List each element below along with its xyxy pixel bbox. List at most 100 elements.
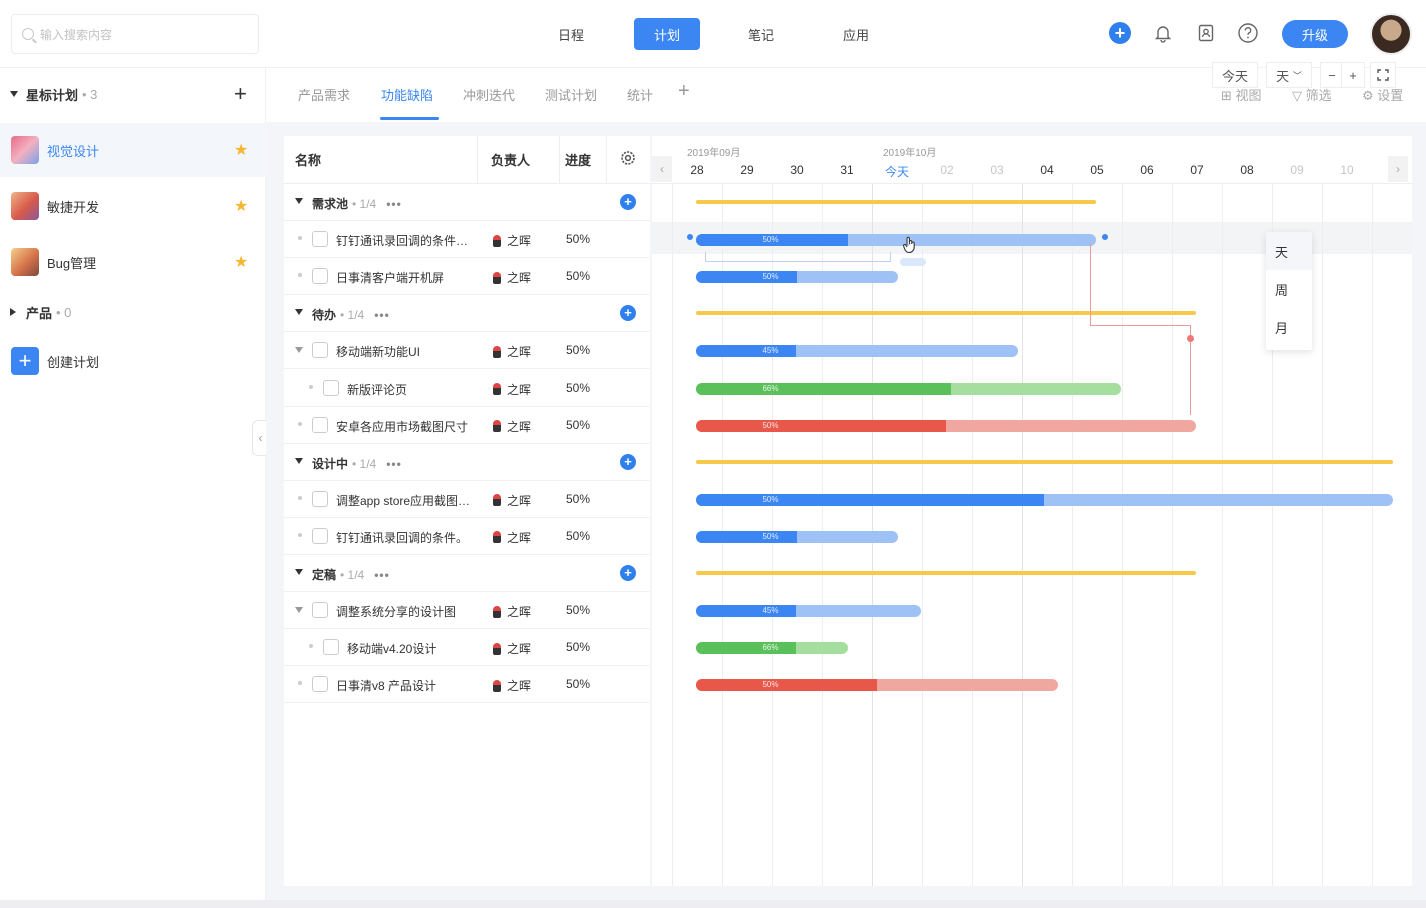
dependency-dot[interactable] — [1187, 335, 1194, 342]
task-checkbox[interactable] — [323, 639, 339, 656]
column-settings-icon[interactable] — [620, 150, 636, 169]
nav-apps[interactable]: 应用 — [823, 18, 889, 50]
task-bar[interactable]: 45% — [695, 605, 921, 618]
group-span-bar[interactable] — [695, 459, 1393, 464]
user-avatar[interactable] — [1370, 13, 1412, 55]
add-task-icon[interactable]: + — [620, 194, 636, 210]
collapse-triangle-icon[interactable] — [295, 457, 303, 464]
task-owner[interactable]: 之晖 — [493, 418, 531, 435]
expand-triangle-icon[interactable] — [295, 347, 303, 354]
more-icon[interactable]: ••• — [386, 197, 402, 211]
task-row[interactable]: 日事清v8 产品设计 之晖 50% — [284, 666, 650, 704]
column-header-owner[interactable]: 负责人 — [491, 136, 561, 184]
task-row[interactable]: 调整app store应用截图… 之晖 50% — [284, 481, 650, 518]
task-bar[interactable]: 50% — [695, 493, 1393, 506]
task-name[interactable]: 移动端v4.20设计 — [347, 640, 497, 657]
add-task-icon[interactable]: + — [620, 565, 636, 581]
task-row[interactable]: 移动端新功能UI 之晖 50% — [284, 332, 650, 370]
starred-plans-group[interactable]: 星标计划 • 3 — [10, 84, 97, 104]
task-name[interactable]: 调整系统分享的设计图 — [336, 603, 486, 620]
group-span-bar[interactable] — [695, 571, 1196, 575]
task-owner[interactable]: 之晖 — [493, 232, 531, 249]
task-bar[interactable]: 45% — [695, 345, 1018, 358]
tab-sprint-iteration[interactable]: 冲刺迭代 — [463, 85, 515, 104]
sidebar-item-agile-dev[interactable]: 敏捷开发 ★ — [0, 179, 266, 233]
create-plan-button[interactable]: + 创建计划 — [0, 334, 266, 388]
expand-triangle-icon[interactable] — [295, 607, 303, 614]
fullscreen-icon[interactable] — [1370, 62, 1396, 88]
task-name[interactable]: 调整app store应用截图… — [336, 492, 486, 509]
task-owner[interactable]: 之晖 — [493, 640, 531, 657]
task-row[interactable]: 安卓各应用市场截图尺寸 之晖 50% — [284, 407, 650, 444]
group-span-bar[interactable] — [695, 200, 1096, 204]
task-checkbox[interactable] — [312, 342, 328, 359]
collapse-triangle-icon[interactable] — [295, 569, 303, 575]
task-owner[interactable]: 之晖 — [493, 677, 531, 694]
group-row[interactable]: 定稿 • 1/4 ••• + — [284, 555, 650, 592]
task-checkbox[interactable] — [312, 676, 328, 693]
task-checkbox[interactable] — [312, 268, 328, 285]
task-bar[interactable]: 66% — [695, 642, 848, 655]
task-bar[interactable]: 50% — [695, 271, 898, 284]
group-span-bar[interactable] — [695, 311, 1196, 316]
add-plan-icon[interactable]: + — [234, 83, 247, 105]
task-bar[interactable]: 50% — [695, 234, 1096, 247]
star-icon[interactable]: ★ — [234, 252, 248, 272]
task-bar[interactable]: 66% — [695, 382, 1121, 395]
sidebar-item-bug-management[interactable]: Bug管理 ★ — [0, 235, 266, 289]
tab-feature-defects[interactable]: 功能缺陷 — [381, 85, 433, 104]
search-input[interactable]: 输入搜索内容 — [11, 14, 259, 54]
more-icon[interactable]: ••• — [374, 568, 390, 582]
task-row[interactable]: 钉钉通讯录回调的条件… 之晖 50% — [284, 221, 650, 259]
task-name[interactable]: 日事清v8 产品设计 — [336, 677, 486, 694]
tab-product-requirements[interactable]: 产品需求 — [298, 85, 350, 104]
task-row[interactable]: 新版评论页 之晖 50% — [284, 370, 650, 407]
task-row[interactable]: 钉钉通讯录回调的条件。 之晖 50% — [284, 518, 650, 555]
bar-drag-handle[interactable] — [687, 234, 693, 240]
nav-plan[interactable]: 计划 — [634, 18, 700, 50]
bar-drag-handle[interactable] — [1102, 234, 1108, 240]
task-name[interactable]: 日事清客户端开机屏 — [336, 269, 486, 286]
task-checkbox[interactable] — [312, 416, 328, 433]
scale-select[interactable]: 天 ﹀ — [1266, 62, 1312, 88]
add-task-icon[interactable]: + — [620, 305, 636, 322]
scale-option-day[interactable]: 天 — [1266, 232, 1312, 270]
scale-option-month[interactable]: 月 — [1266, 308, 1312, 346]
group-row[interactable]: 待办 • 1/4 ••• + — [284, 295, 650, 333]
zoom-in-button[interactable]: + — [1341, 62, 1365, 88]
contacts-icon[interactable] — [1195, 22, 1217, 44]
task-owner[interactable]: 之晖 — [493, 343, 531, 360]
scale-option-week[interactable]: 周 — [1266, 270, 1312, 308]
task-owner[interactable]: 之晖 — [493, 269, 531, 286]
task-row[interactable]: 移动端v4.20设计 之晖 50% — [284, 629, 650, 667]
group-row[interactable]: 需求池 • 1/4 ••• + — [284, 184, 650, 221]
star-icon[interactable]: ★ — [234, 196, 248, 216]
add-tab-icon[interactable]: + — [678, 80, 690, 103]
task-owner[interactable]: 之晖 — [493, 381, 531, 398]
today-button[interactable]: 今天 — [1212, 62, 1258, 88]
task-owner[interactable]: 之晖 — [493, 529, 531, 546]
nav-schedule[interactable]: 日程 — [538, 18, 604, 50]
task-checkbox[interactable] — [312, 527, 328, 544]
task-bar[interactable]: 50% — [695, 679, 1058, 692]
collapse-triangle-icon[interactable] — [295, 198, 303, 204]
gantt-prev-button[interactable]: ‹ — [652, 156, 672, 182]
add-task-icon[interactable]: + — [620, 453, 636, 470]
tab-statistics[interactable]: 统计 — [627, 85, 653, 104]
task-name[interactable]: 钉钉通讯录回调的条件… — [336, 232, 486, 249]
task-bar[interactable]: 50% — [695, 530, 898, 543]
gantt-next-button[interactable]: › — [1388, 156, 1408, 182]
column-header-name[interactable]: 名称 — [295, 136, 485, 184]
products-group[interactable]: 产品 • 0 — [10, 302, 71, 322]
task-name[interactable]: 钉钉通讯录回调的条件。 — [336, 529, 486, 546]
upgrade-button[interactable]: 升级 — [1282, 20, 1348, 48]
sidebar-item-visual-design[interactable]: 视觉设计 ★ — [0, 123, 266, 177]
task-checkbox[interactable] — [312, 490, 328, 507]
add-icon[interactable]: + — [1109, 22, 1131, 44]
task-checkbox[interactable] — [312, 602, 328, 619]
tab-test-plan[interactable]: 测试计划 — [545, 85, 597, 104]
group-row[interactable]: 设计中 • 1/4 ••• + — [284, 444, 650, 481]
task-name[interactable]: 移动端新功能UI — [336, 343, 486, 360]
help-icon[interactable] — [1237, 22, 1259, 44]
task-name[interactable]: 新版评论页 — [347, 381, 497, 398]
